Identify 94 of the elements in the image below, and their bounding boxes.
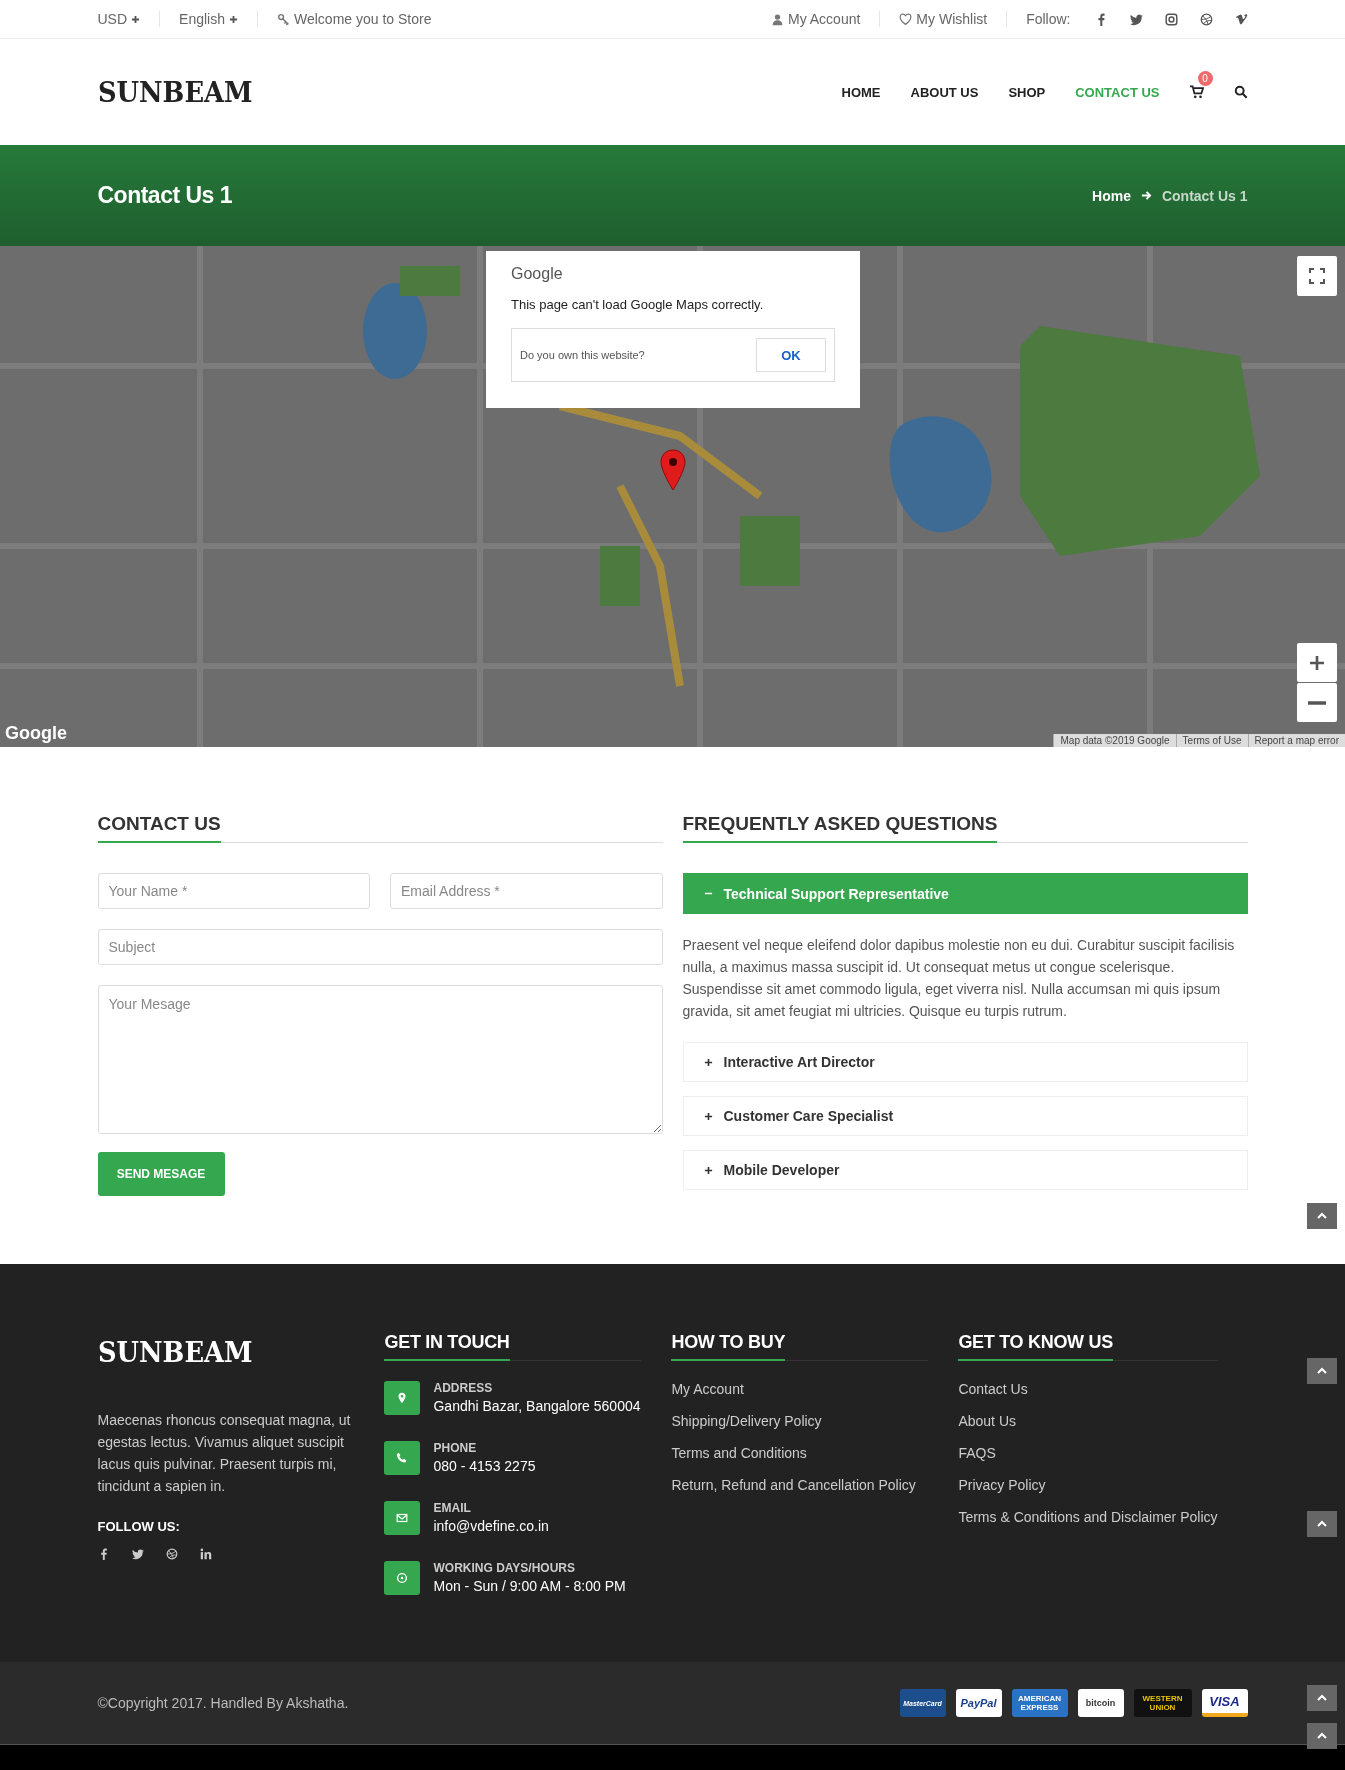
nav-link[interactable]: ABOUT US xyxy=(910,84,979,100)
map-link[interactable]: Report a map error xyxy=(1247,734,1345,747)
minus-icon xyxy=(1308,700,1326,705)
footer-link[interactable]: FAQS xyxy=(958,1445,1218,1461)
footer-link[interactable]: Return, Refund and Cancellation Policy xyxy=(671,1477,929,1493)
accordion-header[interactable]: Customer Care Specialist xyxy=(682,1096,1248,1136)
accordion-header[interactable]: Interactive Art Director xyxy=(682,1042,1248,1082)
map-link[interactable]: Terms of Use xyxy=(1175,734,1248,747)
scroll-top-button[interactable] xyxy=(1307,1685,1337,1711)
contact-label: EMAIL xyxy=(433,1501,472,1515)
instagram-icon[interactable] xyxy=(1164,12,1178,26)
phone-icon xyxy=(384,1441,421,1475)
input-field[interactable]: Your Name * xyxy=(97,873,370,909)
search-icon[interactable] xyxy=(1233,85,1248,99)
site-logo[interactable]: SUNBEAM xyxy=(97,75,253,109)
dialog-question: Do you own this website? xyxy=(520,349,645,361)
section-heading: FREQUENTLY ASKED QUESTIONS xyxy=(682,813,998,843)
currency-selector[interactable]: USD xyxy=(97,11,128,27)
language-selector[interactable]: English xyxy=(179,11,225,27)
heart-icon xyxy=(899,12,913,26)
email-icon xyxy=(384,1501,421,1535)
plus-icon xyxy=(131,14,141,24)
footer-link[interactable]: Privacy Policy xyxy=(958,1477,1218,1493)
contact-label: WORKING DAYS/HOURS xyxy=(433,1561,577,1575)
map-attribution: Map data ©2019 Google xyxy=(1053,734,1176,747)
zoom-out-button[interactable] xyxy=(1297,683,1337,722)
fullscreen-icon xyxy=(1308,267,1326,285)
contact-label: PHONE xyxy=(433,1441,478,1455)
cart-icon[interactable] xyxy=(1189,85,1204,99)
breadcrumb-link[interactable]: Home xyxy=(1092,187,1131,204)
welcome-text: Welcome you to Store xyxy=(294,11,432,27)
payment-card-logo: PayPal xyxy=(955,1689,1002,1717)
payment-card-logo: VISA xyxy=(1201,1689,1248,1717)
fullscreen-button[interactable] xyxy=(1297,256,1337,296)
footer-link[interactable]: Contact Us xyxy=(958,1381,1218,1397)
follow-heading: FOLLOW US: xyxy=(97,1519,181,1534)
arrow-right-icon xyxy=(1140,190,1152,201)
accordion-header[interactable]: Mobile Developer xyxy=(682,1150,1248,1190)
plus-icon xyxy=(1308,653,1326,672)
map-logo: Google xyxy=(5,723,67,744)
accordion-text: Praesent vel neque eleifend dolor dapibus molestie non eu dui. Curabitur suscipit facilisis nulla, a maximus massa suscipit id. Ut consequat metus ut congue scelerisque. Suspendisse sit amet commodo ligula, eget viverra nisl. Nulla accumsan mi quis ipsum gravida, sit amet feugiat mi ultricies. Quisque eu turpis rutrum. xyxy=(682,936,1236,1021)
plus-icon xyxy=(703,1111,713,1121)
zoom-in-button[interactable] xyxy=(1297,643,1337,682)
contact-value: Mon - Sun / 9:00 AM - 8:00 PM xyxy=(433,1578,626,1594)
contact-value: info@vdefine.co.in xyxy=(433,1518,549,1534)
vimeo-icon[interactable] xyxy=(1234,12,1248,26)
input-field[interactable]: Email Address * xyxy=(390,873,663,909)
footer-logo[interactable]: SUNBEAM xyxy=(97,1336,362,1369)
contact-label: ADDRESS xyxy=(433,1381,494,1395)
copyright-text: ©Copyright 2017. Handled By Akshatha. xyxy=(97,1695,349,1711)
message-field[interactable]: Your Mesage xyxy=(97,985,663,1134)
contact-value: 080 - 4153 2275 xyxy=(433,1458,536,1474)
map-pin-icon xyxy=(659,449,687,491)
twitter-icon[interactable] xyxy=(1129,12,1143,26)
plus-icon xyxy=(703,1057,713,1067)
twitter-icon[interactable] xyxy=(131,1548,144,1560)
nav-link[interactable]: SHOP xyxy=(1008,84,1046,100)
about-text: Maecenas rhoncus consequat magna, ut egestas lectus. Vivamus aliquet suscipit lacus quis pulvinar. Praesent turpis mi, tincidunt a sapien in. xyxy=(97,1411,352,1496)
payment-card-logo: AMERICAN EXPRESS xyxy=(1011,1689,1068,1717)
hours-icon xyxy=(384,1561,421,1595)
ok-button[interactable]: OK xyxy=(756,338,826,372)
linkedin-icon[interactable] xyxy=(199,1548,212,1560)
footer-heading: HOW TO BUY xyxy=(671,1332,786,1361)
payment-card-logo: WESTERN UNION xyxy=(1133,1689,1192,1717)
payment-card-logo: bitcoin xyxy=(1077,1689,1124,1717)
footer-heading: GET IN TOUCH xyxy=(384,1332,510,1361)
footer-link[interactable]: My Account xyxy=(671,1381,929,1397)
nav-link[interactable]: HOME xyxy=(841,84,881,100)
footer-link[interactable]: Terms and Conditions xyxy=(671,1445,929,1461)
plus-icon xyxy=(703,1165,713,1175)
dialog-brand: Google xyxy=(511,265,564,283)
dialog-message: This page can't load Google Maps correctly. xyxy=(511,297,765,312)
follow-label: Follow: xyxy=(1026,11,1071,27)
scroll-top-button[interactable] xyxy=(1307,1511,1337,1537)
breadcrumb-current: Contact Us 1 xyxy=(1161,187,1248,204)
section-heading: CONTACT US xyxy=(97,813,221,843)
cart-count-badge: 0 xyxy=(1197,71,1213,86)
footer-link[interactable]: Shipping/Delivery Policy xyxy=(671,1413,929,1429)
footer-link[interactable]: Terms & Conditions and Disclaimer Policy xyxy=(958,1509,1218,1525)
dribbble-icon[interactable] xyxy=(1199,12,1213,26)
footer-heading: GET TO KNOW US xyxy=(958,1332,1113,1361)
plus-icon xyxy=(229,14,238,24)
account-link[interactable]: My Account xyxy=(788,11,861,27)
wishlist-link[interactable]: My Wishlist xyxy=(916,11,988,27)
contact-value: Gandhi Bazar, Bangalore 560004 xyxy=(433,1398,641,1414)
footer-link[interactable]: About Us xyxy=(958,1413,1218,1429)
address-icon xyxy=(384,1381,421,1415)
page-title: Contact Us 1 xyxy=(97,182,233,209)
scroll-top-button[interactable] xyxy=(1307,1358,1337,1384)
key-icon xyxy=(277,12,290,26)
scroll-top-button[interactable] xyxy=(1307,1723,1337,1749)
input-field[interactable]: Subject xyxy=(97,929,663,965)
scroll-top-button[interactable] xyxy=(1307,1203,1337,1229)
user-icon xyxy=(771,12,784,26)
